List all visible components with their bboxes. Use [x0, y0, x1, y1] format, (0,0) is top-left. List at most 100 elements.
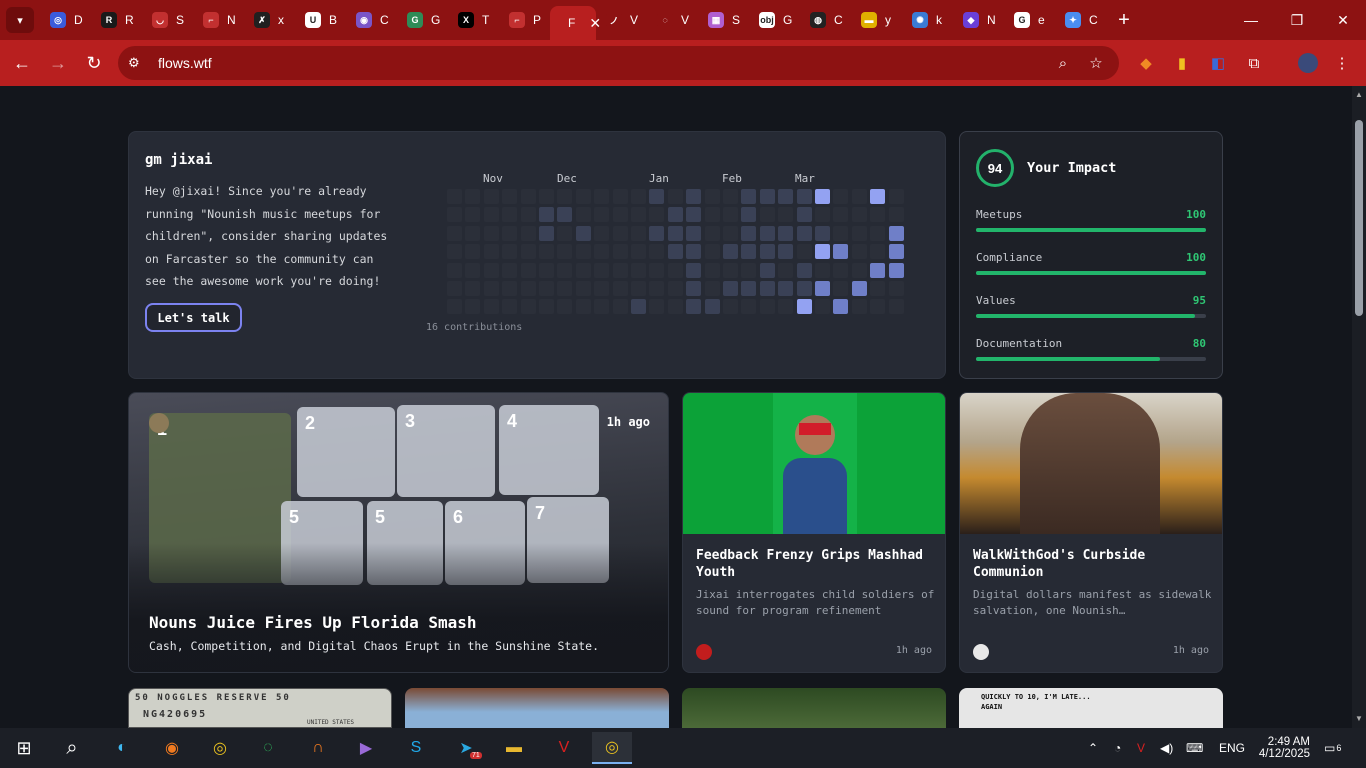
- heatmap-cell[interactable]: [465, 299, 481, 315]
- heatmap-cell[interactable]: [631, 299, 646, 315]
- banknote-card[interactable]: 50 NOGGLES RESERVE 50 NG420695 UNITED ST…: [128, 688, 392, 728]
- heatmap-cell[interactable]: [502, 262, 518, 278]
- reload-button[interactable]: ↻: [76, 45, 112, 81]
- forward-button[interactable]: →: [40, 45, 76, 81]
- heatmap-cell[interactable]: [557, 189, 573, 204]
- extension-wallet-icon[interactable]: ◧: [1204, 48, 1232, 78]
- heatmap-cell[interactable]: [723, 225, 738, 241]
- close-window-button[interactable]: ✕: [1320, 0, 1366, 40]
- metamask-icon[interactable]: ◆: [1132, 48, 1160, 78]
- heatmap-cell[interactable]: [759, 225, 775, 241]
- visual-studio-icon[interactable]: ▶: [346, 732, 386, 764]
- browser-tab[interactable]: ⌐ P: [499, 0, 550, 40]
- browser-tab[interactable]: ◡ S: [142, 0, 193, 40]
- heatmap-cell[interactable]: [594, 189, 610, 204]
- browser-tab[interactable]: ⌐ N: [193, 0, 244, 40]
- heatmap-cell[interactable]: [778, 299, 794, 315]
- group-photo-card[interactable]: [682, 688, 946, 728]
- browser-tab[interactable]: ノV: [596, 0, 647, 40]
- heatmap-cell[interactable]: [870, 225, 886, 241]
- page-scrollbar[interactable]: ▲ ▼: [1352, 86, 1366, 728]
- heatmap-cell[interactable]: [815, 207, 830, 223]
- heatmap-cell[interactable]: [833, 281, 849, 296]
- heatmap-cell[interactable]: [631, 244, 646, 260]
- heatmap-cell[interactable]: [447, 281, 462, 296]
- heatmap-cell[interactable]: [870, 299, 886, 315]
- heatmap-cell[interactable]: [483, 189, 499, 204]
- heatmap-cell[interactable]: [612, 207, 628, 223]
- heatmap-cell[interactable]: [888, 189, 904, 204]
- heatmap-cell[interactable]: [465, 262, 481, 278]
- heatmap-cell[interactable]: [483, 262, 499, 278]
- heatmap-cell[interactable]: [833, 262, 849, 278]
- heatmap-cell[interactable]: [594, 244, 610, 260]
- heatmap-cell[interactable]: [796, 262, 812, 278]
- heatmap-cell[interactable]: [888, 244, 904, 260]
- heatmap-cell[interactable]: [723, 244, 738, 260]
- heatmap-cell[interactable]: [612, 281, 628, 296]
- heatmap-cell[interactable]: [870, 189, 886, 204]
- browser-tab[interactable]: obj G: [749, 0, 800, 40]
- heatmap-cell[interactable]: [796, 281, 812, 296]
- heatmap-cell[interactable]: [594, 207, 610, 223]
- heatmap-cell[interactable]: [575, 299, 591, 315]
- heatmap-cell[interactable]: [833, 244, 849, 260]
- heatmap-cell[interactable]: [686, 189, 702, 204]
- heatmap-cell[interactable]: [483, 244, 499, 260]
- heatmap-cell[interactable]: [520, 262, 536, 278]
- heatmap-cell[interactable]: [723, 299, 738, 315]
- heatmap-cell[interactable]: [833, 299, 849, 315]
- edge-icon[interactable]: ◐: [102, 732, 142, 764]
- heatmap-cell[interactable]: [520, 225, 536, 241]
- heatmap-cell[interactable]: [778, 207, 794, 223]
- app-arc-icon[interactable]: ∩: [298, 732, 338, 764]
- photo-card[interactable]: [405, 688, 669, 728]
- back-button[interactable]: ←: [4, 45, 40, 81]
- heatmap-cell[interactable]: [667, 244, 683, 260]
- chrome-icon[interactable]: ◎: [200, 732, 240, 764]
- heatmap-cell[interactable]: [870, 262, 886, 278]
- heatmap-cell[interactable]: [539, 207, 554, 223]
- browser-tab[interactable]: ◍ C: [800, 0, 851, 40]
- heatmap-cell[interactable]: [778, 189, 794, 204]
- windows-start-icon[interactable]: ⊞: [4, 732, 44, 764]
- heatmap-cell[interactable]: [796, 299, 812, 315]
- heatmap-cell[interactable]: [888, 281, 904, 296]
- notification-icon[interactable]: ▭ 6: [1324, 728, 1341, 768]
- heatmap-cell[interactable]: [520, 207, 536, 223]
- heatmap-cell[interactable]: [741, 281, 757, 296]
- heatmap-cell[interactable]: [870, 244, 886, 260]
- heatmap-cell[interactable]: [704, 244, 720, 260]
- heatmap-cell[interactable]: [796, 244, 812, 260]
- browser-tab[interactable]: ▬ y: [851, 0, 902, 40]
- heatmap-cell[interactable]: [539, 189, 554, 204]
- heatmap-cell[interactable]: [465, 244, 481, 260]
- heatmap-cell[interactable]: [575, 281, 591, 296]
- heatmap-cell[interactable]: [447, 244, 462, 260]
- heatmap-cell[interactable]: [686, 225, 702, 241]
- tab-search-button[interactable]: ▾: [6, 7, 34, 33]
- post-card[interactable]: WalkWithGod's Curbside Communion Digital…: [959, 392, 1223, 673]
- heatmap-cell[interactable]: [594, 281, 610, 296]
- heatmap-cell[interactable]: [631, 189, 646, 204]
- scroll-down-icon[interactable]: ▼: [1352, 714, 1366, 723]
- heatmap-cell[interactable]: [870, 281, 886, 296]
- heatmap-cell[interactable]: [502, 225, 518, 241]
- heatmap-cell[interactable]: [888, 262, 904, 278]
- heatmap-cell[interactable]: [502, 189, 518, 204]
- browser-tab[interactable]: ✦ C: [1055, 0, 1106, 40]
- heatmap-cell[interactable]: [612, 299, 628, 315]
- heatmap-cell[interactable]: [465, 281, 481, 296]
- heatmap-cell[interactable]: [833, 207, 849, 223]
- browser-tab[interactable]: ✗ x: [244, 0, 295, 40]
- heatmap-cell[interactable]: [594, 299, 610, 315]
- heatmap-cell[interactable]: [520, 299, 536, 315]
- heatmap-cell[interactable]: [483, 207, 499, 223]
- heatmap-cell[interactable]: [539, 262, 554, 278]
- heatmap-cell[interactable]: [594, 225, 610, 241]
- heatmap-cell[interactable]: [686, 262, 702, 278]
- heatmap-cell[interactable]: [447, 207, 462, 223]
- heatmap-cell[interactable]: [557, 207, 573, 223]
- heatmap-cell[interactable]: [447, 225, 462, 241]
- heatmap-cell[interactable]: [888, 299, 904, 315]
